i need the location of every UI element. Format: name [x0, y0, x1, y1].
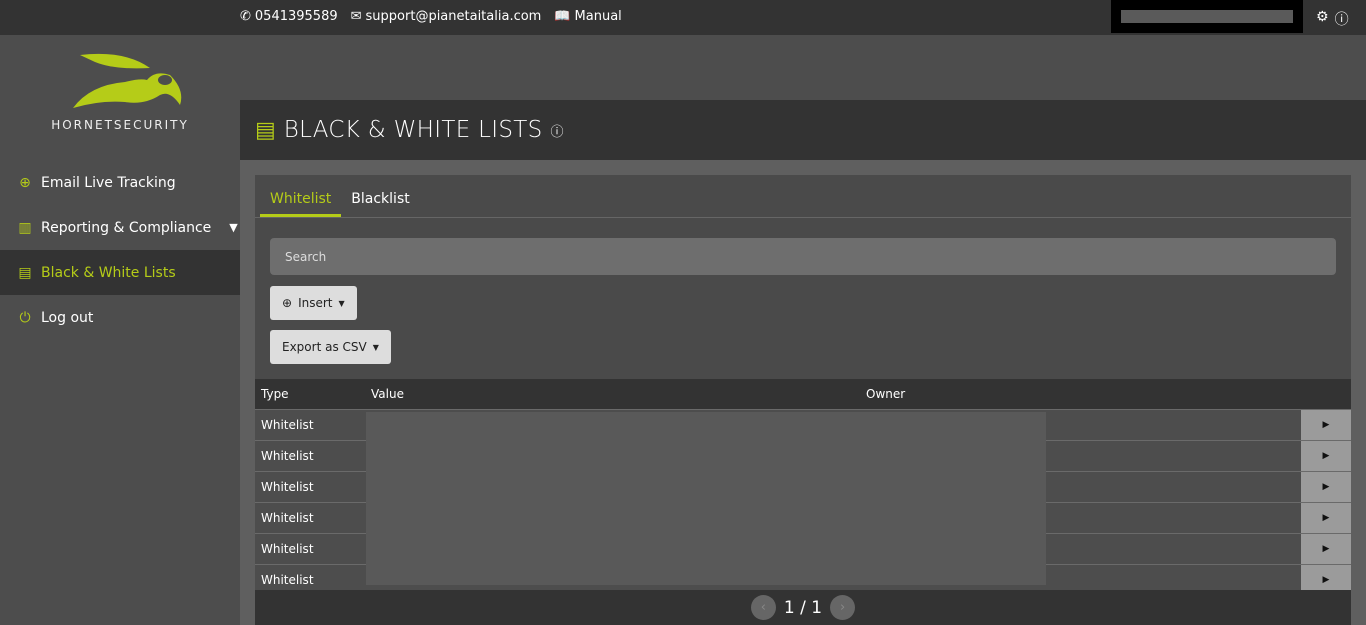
search-plus-icon: ⊕	[19, 174, 31, 191]
sidebar: HORNETSECURITY ⊕ Email Live Tracking ▥ Rep…	[0, 35, 240, 625]
info-icon[interactable]: ⓘ	[551, 121, 564, 140]
tab-whitelist[interactable]: Whitelist	[260, 185, 342, 217]
envelope-icon: ✉	[350, 9, 362, 24]
column-type[interactable]: Type	[261, 387, 289, 401]
caret-down-icon: ▼	[372, 342, 379, 352]
column-owner[interactable]: Owner	[866, 387, 905, 401]
export-csv-button[interactable]: Export as CSV ▼	[270, 330, 391, 364]
prev-page-button[interactable]: ‹	[750, 595, 776, 620]
caret-right-icon[interactable]: ▶	[1301, 534, 1351, 564]
page-header: ▤ BLACK & WHITE LISTS ⓘ	[240, 100, 1366, 160]
book-icon: 📖	[554, 9, 571, 24]
caret-right-icon[interactable]: ▶	[1301, 472, 1351, 502]
info-icon[interactable]: ⓘ	[1335, 9, 1349, 29]
sidebar-item-email-live-tracking[interactable]: ⊕ Email Live Tracking	[0, 160, 240, 205]
pagination: ‹ 1 / 1 ›	[255, 590, 1351, 625]
list-icon: ▤	[18, 264, 32, 281]
user-box	[1111, 0, 1303, 33]
manual-link[interactable]: 📖 Manual	[554, 9, 621, 24]
page-title: BLACK & WHITE LISTS	[283, 117, 543, 143]
table-header: Type Value Owner	[255, 379, 1351, 409]
phone-link[interactable]: ✆ 0541395589	[240, 9, 338, 24]
caret-right-icon[interactable]: ▶	[1301, 410, 1351, 440]
tab-divider	[255, 217, 1351, 218]
hornet-icon	[73, 53, 182, 108]
redacted-values	[366, 412, 1046, 585]
next-page-button[interactable]: ›	[830, 595, 856, 620]
redacted-user	[1121, 10, 1293, 23]
list-icon: ▤	[255, 117, 276, 143]
caret-down-icon: ▼	[338, 298, 345, 308]
page-indicator: 1 / 1	[783, 597, 823, 618]
search-input[interactable]	[270, 238, 1336, 275]
email-link[interactable]: ✉ support@pianetaitalia.com	[351, 9, 542, 24]
tab-blacklist[interactable]: Blacklist	[341, 185, 419, 217]
column-value[interactable]: Value	[371, 387, 404, 401]
caret-right-icon[interactable]: ▶	[1301, 441, 1351, 471]
power-icon: ⏻	[19, 309, 31, 326]
bar-chart-icon: ▥	[18, 219, 32, 236]
settings-icon[interactable]: ⚙	[1316, 9, 1329, 29]
insert-button[interactable]: ⊕ Insert ▼	[270, 286, 357, 320]
caret-down-icon: ▼	[229, 221, 238, 234]
phone-icon: ✆	[240, 9, 251, 24]
plus-circle-icon: ⊕	[282, 296, 293, 310]
sidebar-item-reporting[interactable]: ▥ Reporting & Compliance ▼	[0, 205, 240, 250]
caret-right-icon[interactable]: ▶	[1301, 503, 1351, 533]
content-panel: Whitelist Blacklist ⊕Insert▼ Export as C…	[255, 175, 1351, 625]
sidebar-item-black-white-lists[interactable]: ▤ Black & White Lists	[0, 250, 240, 295]
top-bar: ✆ 0541395589 ✉ support@pianetaitalia.com 📖…	[0, 0, 1366, 35]
hornetsecurity-logo[interactable]: HORNETSECURITY	[40, 50, 200, 132]
sidebar-item-logout[interactable]: ⏻ Log out	[0, 295, 240, 340]
